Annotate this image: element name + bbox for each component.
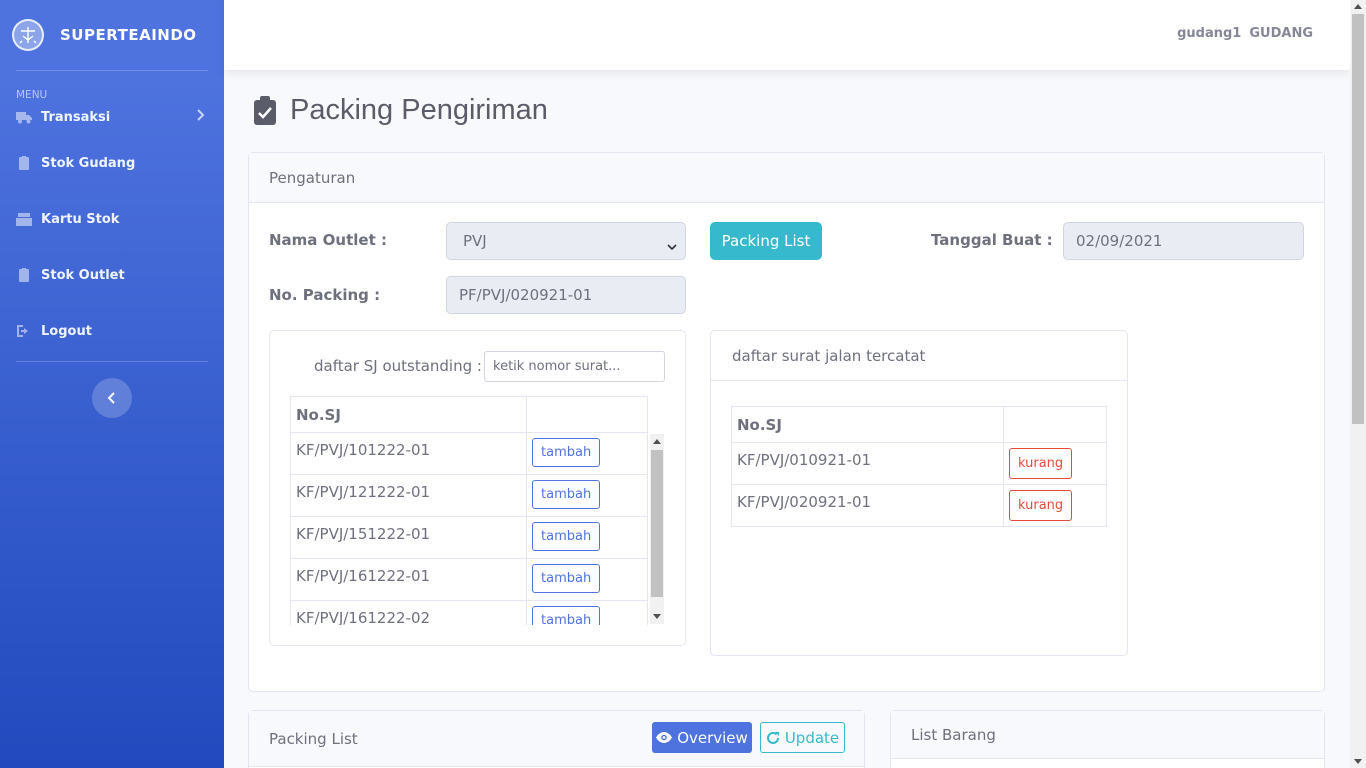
sj-number: KF/PVJ/010921-01 xyxy=(731,442,1004,485)
tanggal-buat-value: 02/09/2021 xyxy=(1076,232,1163,250)
nama-outlet-label: Nama Outlet : xyxy=(269,231,387,249)
table-scrollbar[interactable] xyxy=(650,434,664,624)
clipboard-icon xyxy=(19,268,29,282)
sidebar-item-label: Logout xyxy=(41,323,92,339)
page-title: Packing Pengiriman xyxy=(254,94,548,127)
page-scrollbar[interactable] xyxy=(1350,0,1366,768)
brand-name: SUPERTEAINDO xyxy=(60,26,197,44)
sj-number: KF/PVJ/101222-01 xyxy=(290,432,527,475)
table-row: KF/PVJ/020921-01 kurang xyxy=(731,484,1107,527)
cash-register-icon xyxy=(16,213,32,226)
sj-number: KF/PVJ/020921-01 xyxy=(731,484,1004,527)
kurang-button[interactable]: kurang xyxy=(1009,448,1073,479)
sj-number: KF/PVJ/121222-01 xyxy=(290,474,527,517)
table-row: KF/PVJ/121222-01 tambah xyxy=(290,474,648,517)
sj-number: KF/PVJ/161222-01 xyxy=(290,558,527,601)
chevron-down-icon xyxy=(667,237,677,255)
kurang-button[interactable]: kurang xyxy=(1009,490,1073,521)
sj-number: KF/PVJ/151222-01 xyxy=(290,516,527,559)
packing-list-button[interactable]: Packing List xyxy=(710,222,822,260)
username: gudang1 xyxy=(1177,26,1242,41)
sidebar-item-stok-outlet[interactable]: Stok Outlet xyxy=(0,247,224,303)
sign-out-icon xyxy=(17,325,28,337)
search-sj-input[interactable]: ketik nomor surat... xyxy=(484,351,665,382)
outstanding-table: No.SJ KF/PVJ/101222-01 tambah KF/PVJ/121… xyxy=(290,396,648,625)
overview-button[interactable]: Overview xyxy=(652,722,752,753)
nama-outlet-select[interactable]: PVJ xyxy=(446,222,686,260)
sidebar-item-stok-gudang[interactable]: Stok Gudang xyxy=(0,135,224,191)
pengaturan-header: Pengaturan xyxy=(249,153,1324,203)
column-header-action xyxy=(526,396,648,433)
table-row: KF/PVJ/151222-01 tambah xyxy=(290,516,648,559)
table-scrollbar-thumb[interactable] xyxy=(651,450,663,597)
clipboard-icon xyxy=(19,156,29,170)
no-packing-value: PF/PVJ/020921-01 xyxy=(459,286,593,304)
sidebar: SUPERTEAINDO MENU Transaksi Stok Gudang … xyxy=(0,0,224,768)
brand[interactable]: SUPERTEAINDO xyxy=(0,0,224,70)
sidebar-toggle-button[interactable] xyxy=(92,378,132,418)
overview-label: Overview xyxy=(677,728,748,747)
sidebar-item-label: Stok Outlet xyxy=(41,267,125,283)
nama-outlet-value: PVJ xyxy=(463,232,487,250)
sidebar-item-logout[interactable]: Logout xyxy=(0,303,224,359)
sidebar-item-transaksi[interactable]: Transaksi xyxy=(0,99,224,135)
refresh-icon xyxy=(766,731,779,744)
table-row: KF/PVJ/161222-01 tambah xyxy=(290,558,648,601)
no-packing-label: No. Packing : xyxy=(269,286,381,304)
update-label: Update xyxy=(784,728,840,747)
sidebar-item-label: Stok Gudang xyxy=(41,155,136,171)
tambah-button[interactable]: tambah xyxy=(532,606,601,625)
table-row: KF/PVJ/161222-02 tambah xyxy=(290,600,648,625)
page-title-text: Packing Pengiriman xyxy=(290,94,548,126)
search-placeholder: ketik nomor surat... xyxy=(493,359,621,374)
user-role: GUDANG xyxy=(1249,26,1313,41)
column-header-action xyxy=(1003,406,1107,443)
eye-icon xyxy=(656,732,673,743)
tambah-button[interactable]: tambah xyxy=(532,522,601,551)
clipboard-check-icon xyxy=(254,96,276,125)
truck-icon xyxy=(16,112,32,124)
tanggal-buat-label: Tanggal Buat : xyxy=(931,231,1053,249)
column-header-no-sj: No.SJ xyxy=(731,406,1004,443)
no-packing-field[interactable]: PF/PVJ/020921-01 xyxy=(446,276,686,314)
update-button[interactable]: Update xyxy=(760,722,845,753)
tambah-button[interactable]: tambah xyxy=(532,480,601,509)
scroll-up-arrow-icon[interactable] xyxy=(653,438,661,444)
outstanding-label: daftar SJ outstanding : xyxy=(314,357,482,375)
sj-number: KF/PVJ/161222-02 xyxy=(290,600,527,625)
tambah-button[interactable]: tambah xyxy=(532,438,601,467)
table-row: KF/PVJ/101222-01 tambah xyxy=(290,432,648,475)
sidebar-item-label: Kartu Stok xyxy=(41,211,120,227)
scroll-up-arrow-icon[interactable] xyxy=(1354,4,1362,9)
sidebar-item-label: Transaksi xyxy=(41,109,111,125)
tambah-button[interactable]: tambah xyxy=(532,564,601,593)
list-barang-card: List Barang xyxy=(890,710,1325,768)
sidebar-item-kartu-stok[interactable]: Kartu Stok xyxy=(0,191,224,247)
chevron-right-icon xyxy=(196,109,206,125)
tercatat-header: daftar surat jalan tercatat xyxy=(711,331,1127,381)
scroll-down-arrow-icon[interactable] xyxy=(1354,759,1362,764)
user-menu[interactable]: gudang1 GUDANG xyxy=(1177,26,1313,41)
column-header-no-sj: No.SJ xyxy=(290,396,527,433)
outstanding-table-wrapper[interactable]: No.SJ KF/PVJ/101222-01 tambah KF/PVJ/121… xyxy=(290,396,648,625)
chevron-left-icon xyxy=(107,392,115,404)
topbar: gudang1 GUDANG xyxy=(224,0,1350,70)
scrollbar-thumb[interactable] xyxy=(1352,14,1364,424)
table-header-row: No.SJ xyxy=(290,396,648,433)
table-header-row: No.SJ xyxy=(731,406,1107,443)
brand-logo-icon xyxy=(12,19,44,51)
tercatat-table: No.SJ KF/PVJ/010921-01 kurang KF/PVJ/020… xyxy=(731,406,1107,527)
scroll-down-arrow-icon[interactable] xyxy=(653,614,661,620)
table-row: KF/PVJ/010921-01 kurang xyxy=(731,442,1107,485)
list-barang-header: List Barang xyxy=(891,711,1324,759)
tanggal-buat-field[interactable]: 02/09/2021 xyxy=(1063,222,1304,260)
